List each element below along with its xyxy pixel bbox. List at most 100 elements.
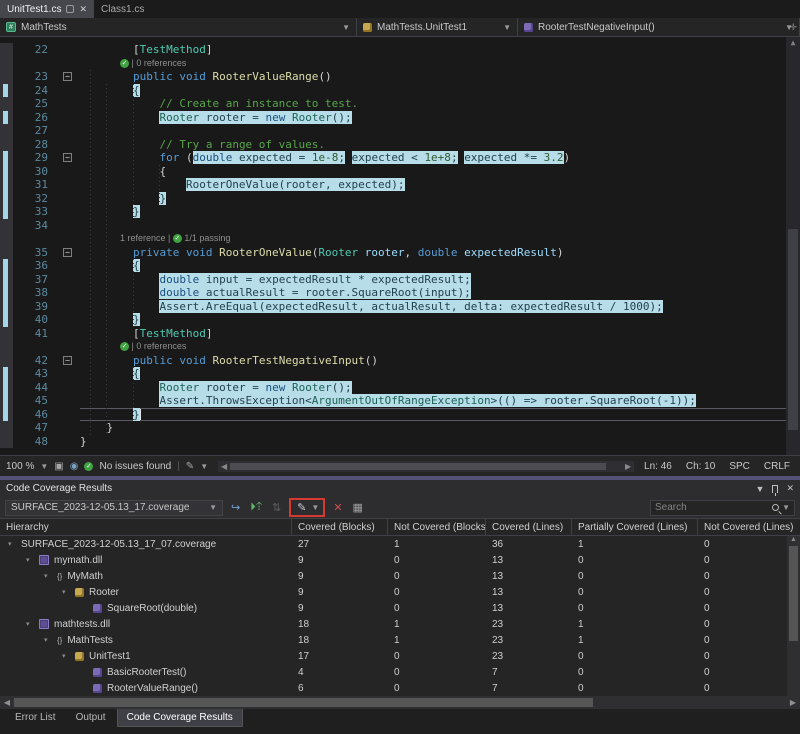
- expand-arrow-icon[interactable]: ▾: [26, 556, 34, 564]
- indent-guide: [133, 84, 134, 219]
- split-editor-icon[interactable]: ✛: [789, 22, 797, 33]
- table-row[interactable]: ▾UnitTest11702300: [0, 648, 800, 664]
- table-row[interactable]: SquareRoot(double)901300: [0, 600, 800, 616]
- cell-value: 23: [486, 651, 572, 662]
- pin-icon[interactable]: [772, 485, 778, 493]
- codelens-indicator[interactable]: ✓ | 0 references: [80, 57, 786, 71]
- tab-unittest1[interactable]: UnitTest1.cs ✕: [0, 0, 94, 18]
- collapse-region-icon[interactable]: −: [63, 248, 72, 257]
- table-row[interactable]: RooterValueRange()60700: [0, 680, 800, 696]
- code-line: 48}: [0, 435, 786, 449]
- line-number: 47: [13, 421, 57, 435]
- codelens-indicator[interactable]: ✓ | 0 references: [80, 340, 786, 354]
- export-results-icon[interactable]: ⏵⇡: [248, 501, 264, 514]
- table-horizontal-scrollbar[interactable]: ◀ ▶: [0, 696, 800, 709]
- tool-tab-output[interactable]: Output: [67, 709, 115, 726]
- fold-margin: [57, 97, 80, 111]
- coverage-file-name: SURFACE_2023-12-05.13_17.coverage: [11, 502, 189, 513]
- table-row[interactable]: ▾Rooter901300: [0, 584, 800, 600]
- code-editor[interactable]: 22[TestMethod]✓ | 0 references23−public …: [0, 37, 800, 455]
- tool-tab-code-coverage-results[interactable]: Code Coverage Results: [117, 709, 243, 727]
- search-input[interactable]: [655, 502, 772, 513]
- collapse-region-icon[interactable]: −: [63, 356, 72, 365]
- scrollbar-thumb[interactable]: [14, 698, 593, 707]
- expand-arrow-icon[interactable]: ▾: [62, 652, 70, 660]
- cell-value: 0: [388, 683, 486, 694]
- expand-arrow-icon[interactable]: ▾: [8, 540, 16, 548]
- search-box[interactable]: ▼: [650, 500, 795, 516]
- column-covered-lines[interactable]: Covered (Lines): [486, 519, 572, 535]
- scroll-left-icon[interactable]: ◀: [218, 462, 230, 471]
- lightbulb-icon[interactable]: ◉: [70, 461, 79, 472]
- table-row[interactable]: ▾mathtests.dll1812310: [0, 616, 800, 632]
- search-icon[interactable]: [772, 504, 779, 511]
- project-dropdown[interactable]: # MathTests ▼: [0, 18, 357, 36]
- health-message[interactable]: No issues found: [99, 461, 171, 472]
- table-row[interactable]: ▾{}MyMath901300: [0, 568, 800, 584]
- chevron-down-icon[interactable]: ▼: [311, 503, 319, 512]
- table-row[interactable]: ▾{}MathTests1812310: [0, 632, 800, 648]
- expand-arrow-icon[interactable]: ▾: [26, 620, 34, 628]
- frame-icon[interactable]: ▣: [54, 461, 63, 472]
- codelens-indicator[interactable]: 1 reference | ✓ 1/1 passing: [80, 232, 786, 246]
- tool-tab-error-list[interactable]: Error List: [6, 709, 65, 726]
- spaces-indicator[interactable]: SPC: [729, 461, 750, 472]
- scroll-right-icon[interactable]: ▶: [622, 462, 634, 471]
- chevron-down-icon[interactable]: ▼: [40, 462, 48, 471]
- show-coverage-coloring-icon[interactable]: ✎: [295, 501, 308, 514]
- test-passed-icon: ✓: [120, 342, 129, 351]
- text-cursor: [140, 409, 141, 420]
- scrollbar-track[interactable]: [14, 696, 786, 709]
- column-not-covered-blocks[interactable]: Not Covered (Blocks): [388, 519, 486, 535]
- member-dropdown[interactable]: RooterTestNegativeInput() ▼ ✛: [518, 18, 800, 36]
- table-vertical-scrollbar[interactable]: ▲: [787, 536, 800, 696]
- configure-columns-icon[interactable]: ▦: [351, 501, 365, 514]
- expand-arrow-icon[interactable]: ▾: [44, 636, 52, 644]
- scroll-up-icon[interactable]: ▲: [786, 38, 800, 47]
- cell-value: 0: [388, 555, 486, 566]
- column-partially-covered-lines[interactable]: Partially Covered (Lines): [572, 519, 698, 535]
- scrollbar-thumb[interactable]: [230, 463, 606, 470]
- tab-class1[interactable]: Class1.cs: [94, 0, 151, 18]
- collapse-region-icon[interactable]: −: [63, 153, 72, 162]
- coverage-file-dropdown[interactable]: SURFACE_2023-12-05.13_17.coverage ▼: [5, 500, 223, 516]
- remove-result-icon[interactable]: ✕: [331, 501, 344, 514]
- column-not-covered-lines[interactable]: Not Covered (Lines): [698, 519, 800, 535]
- table-row[interactable]: ▾SURFACE_2023-12-05.13_17_07.coverage271…: [0, 536, 800, 552]
- table-row[interactable]: BasicRooterTest()40700: [0, 664, 800, 680]
- namespace-icon: {}: [57, 636, 62, 645]
- column-hierarchy[interactable]: Hierarchy: [0, 519, 292, 535]
- scroll-up-icon[interactable]: ▲: [787, 536, 800, 543]
- scroll-right-icon[interactable]: ▶: [786, 698, 800, 707]
- zoom-level[interactable]: 100 %: [6, 461, 34, 472]
- scrollbar-track[interactable]: [230, 462, 622, 471]
- editor-horizontal-scrollbar[interactable]: ◀ ▶: [218, 461, 634, 472]
- window-menu-icon[interactable]: ▼: [756, 484, 765, 494]
- row-label: SURFACE_2023-12-05.13_17_07.coverage: [21, 539, 216, 550]
- scrollbar-thumb[interactable]: [788, 229, 798, 430]
- scrollbar-thumb[interactable]: [789, 546, 798, 641]
- expand-arrow-icon[interactable]: ▾: [44, 572, 52, 580]
- indent-guide: [106, 84, 107, 435]
- table-row[interactable]: ▾mymath.dll901300: [0, 552, 800, 568]
- code-line: 39Assert.AreEqual(expectedResult, actual…: [0, 300, 786, 314]
- fold-margin: [57, 111, 80, 125]
- caret-position-group: Ln: 46 Ch: 10 SPC CRLF: [644, 461, 794, 472]
- editor-vertical-scrollbar[interactable]: ▲: [786, 37, 800, 455]
- cell-value: 0: [698, 603, 800, 614]
- code-cleanup-icon[interactable]: ✎: [186, 461, 194, 472]
- chevron-down-icon[interactable]: ▼: [200, 462, 208, 471]
- type-dropdown[interactable]: MathTests.UnitTest1 ▼: [357, 18, 518, 36]
- eol-indicator[interactable]: CRLF: [764, 461, 790, 472]
- scroll-left-icon[interactable]: ◀: [0, 698, 14, 707]
- column-covered-blocks[interactable]: Covered (Blocks): [292, 519, 388, 535]
- close-icon[interactable]: ✕: [786, 483, 794, 494]
- import-results-icon[interactable]: ↪: [229, 501, 242, 514]
- collapse-region-icon[interactable]: −: [63, 72, 72, 81]
- member-name: RooterTestNegativeInput(): [538, 22, 655, 33]
- coverage-margin: [0, 381, 13, 395]
- close-icon[interactable]: ✕: [79, 4, 87, 15]
- line-number: 41: [13, 327, 57, 341]
- chevron-down-icon[interactable]: ▼: [782, 503, 790, 512]
- expand-arrow-icon[interactable]: ▾: [62, 588, 70, 596]
